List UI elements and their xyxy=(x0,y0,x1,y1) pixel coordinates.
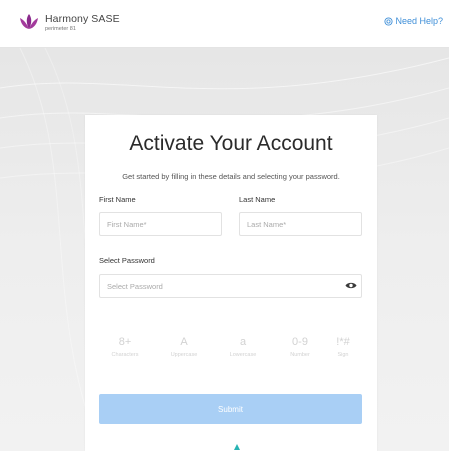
last-name-label: Last Name xyxy=(239,195,276,204)
password-rule-lowercase: a Lowercase xyxy=(223,335,263,358)
rule-label: Number xyxy=(290,352,310,358)
rule-symbol: a xyxy=(239,336,247,348)
need-help-link[interactable]: Need Help? xyxy=(384,16,443,26)
first-name-label: First Name xyxy=(99,195,136,204)
rule-symbol: !*# xyxy=(336,336,350,348)
last-name-input[interactable] xyxy=(239,212,362,236)
brand-name: Harmony SASE xyxy=(45,13,120,25)
submit-button[interactable]: Submit xyxy=(99,394,362,424)
eye-icon[interactable] xyxy=(345,281,357,290)
password-input[interactable] xyxy=(99,274,362,298)
rule-label: Lowercase xyxy=(229,352,257,358)
page-title: Activate Your Account xyxy=(129,132,333,155)
support-icon xyxy=(384,16,394,26)
rule-symbol: 8+ xyxy=(118,336,132,348)
password-rule-uppercase: A Uppercase xyxy=(164,335,204,358)
rule-symbol: 0-9 xyxy=(292,336,308,348)
password-rule-number: 0-9 Number xyxy=(280,335,320,358)
rule-label: Characters xyxy=(111,352,139,358)
password-rule-sign: !*# Sign xyxy=(323,335,363,358)
scroll-indicator-icon xyxy=(234,444,240,450)
rule-symbol: A xyxy=(180,336,188,348)
form-subtitle: Get started by filling in these details … xyxy=(122,172,340,181)
activate-account-card: Activate Your Account Get started by fil… xyxy=(85,115,377,451)
need-help-label: Need Help? xyxy=(395,16,443,26)
top-bar: Harmony SASE perimeter 81 Need Help? xyxy=(0,0,449,48)
rule-label: Sign xyxy=(337,352,349,358)
harmony-logo-icon xyxy=(20,14,38,29)
password-rule-length: 8+ Characters xyxy=(105,335,145,358)
brand-subtitle: perimeter 81 xyxy=(45,26,76,32)
rule-label: Uppercase xyxy=(170,352,198,358)
password-label: Select Password xyxy=(99,256,155,265)
first-name-input[interactable] xyxy=(99,212,222,236)
